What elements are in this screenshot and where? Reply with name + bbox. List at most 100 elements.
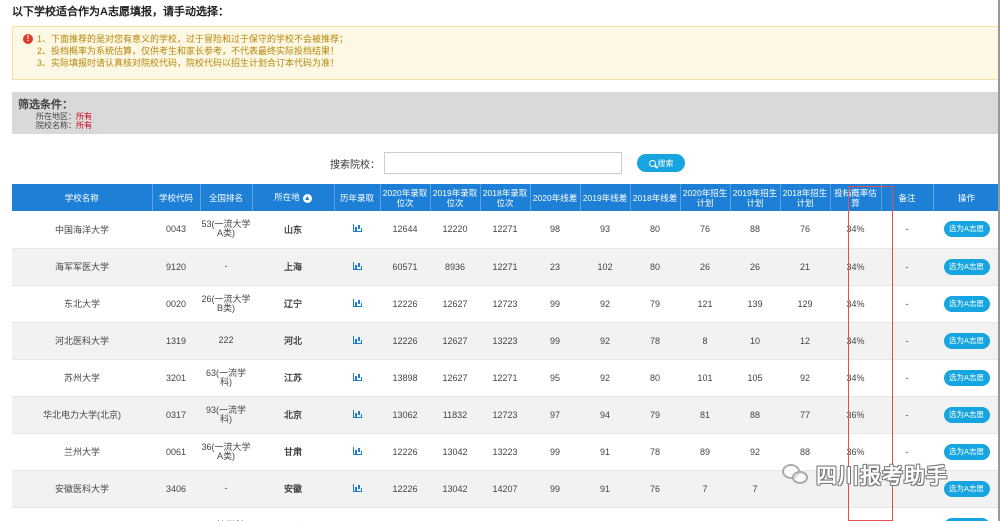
col-pos2018-header: 2018年录取位次 (480, 184, 531, 211)
col-prob-header: 投档概率估算 (830, 184, 882, 211)
table-row: 中国海洋大学 0043 53(一流大学A类) 山东 12644 12220 12271 98 9… (12, 211, 1000, 249)
bar-chart-icon[interactable] (352, 335, 362, 344)
cell-prob: 34% (830, 359, 881, 397)
cell-pos2018: 14207 (480, 470, 530, 508)
history-chart-cell (334, 248, 380, 286)
page-title: 以下学校适合作为A志愿填报，请手动选择： (12, 6, 229, 18)
cell-prob: 34% (830, 248, 881, 286)
cell-code: 0043 (152, 211, 200, 249)
cell-pos2019: 8936 (430, 248, 480, 286)
cell-code: 0317 (152, 396, 200, 434)
cell-name: 华北电力大学(北京) (12, 396, 152, 434)
cell-note: - (881, 211, 933, 249)
choose-a-button[interactable]: 选为A志愿 (943, 221, 990, 238)
col-history-header: 历年录取 (334, 184, 381, 211)
col-pos2020-header: 2020年录取位次 (380, 184, 431, 211)
filter-title: 筛选条件： (18, 99, 73, 111)
cell-pos2020: 12226 (380, 285, 430, 323)
cell-diff2020: 97 (530, 396, 580, 434)
bar-chart-icon[interactable] (352, 372, 362, 381)
bar-chart-icon[interactable] (352, 261, 362, 270)
cell-pos2019: 13042 (430, 433, 480, 471)
history-chart-cell (334, 211, 380, 249)
cell-note: - (881, 359, 933, 397)
choose-a-button[interactable]: 选为A志愿 (943, 406, 990, 423)
choose-a-button[interactable]: 选为A志愿 (943, 480, 990, 497)
watermark-text: 四川报考助手 (816, 464, 948, 488)
cell-plan2020: 21 (680, 507, 730, 521)
filter-school-label: 院校名称： (36, 121, 76, 130)
cell-name: 东北大学 (12, 285, 152, 323)
search-button[interactable]: 搜索 (637, 154, 685, 172)
cell-location: 甘肃 (252, 433, 334, 471)
bar-chart-icon[interactable] (352, 409, 362, 418)
col-location-header[interactable]: 所在地 ▲ (252, 184, 335, 211)
search-icon (648, 159, 656, 167)
cell-diff2020: 99 (530, 285, 580, 323)
cell-diff2019: 91 (580, 433, 630, 471)
cell-name: 安徽医科大学 (12, 470, 152, 508)
choose-a-button[interactable]: 选为A志愿 (943, 295, 990, 312)
cell-rank: 222 (200, 322, 252, 360)
filter-school: 院校名称：所有 (36, 121, 1000, 130)
cell-pos2018: 12271 (480, 211, 530, 249)
cell-pos2020: 12644 (380, 211, 430, 249)
bar-chart-icon[interactable] (352, 298, 362, 307)
col-plan2020-header: 2020年招生计划 (680, 184, 731, 211)
cell-plan2018: 76 (780, 211, 830, 249)
choose-a-button[interactable]: 选为A志愿 (943, 443, 990, 460)
cell-plan2018: 21 (780, 248, 830, 286)
cell-plan2019: 88 (730, 211, 780, 249)
cell-plan2019: 92 (730, 433, 780, 471)
col-note-header: 备注 (881, 184, 934, 211)
cell-diff2020: 99 (530, 322, 580, 360)
col-code-header: 学校代码 (152, 184, 201, 211)
cell-plan2018: 77 (780, 396, 830, 434)
cell-code: 0087 (152, 507, 200, 521)
bar-chart-icon[interactable] (352, 446, 362, 455)
action-cell: 选为A志愿 (933, 248, 1000, 286)
cell-plan2019: 20 (730, 507, 780, 521)
cell-rank: - (200, 248, 252, 286)
cell-code: 0020 (152, 285, 200, 323)
cell-plan2020: 121 (680, 285, 730, 323)
history-chart-cell (334, 470, 380, 508)
cell-location: 辽宁 (252, 285, 334, 323)
search-input[interactable] (384, 152, 622, 174)
bar-chart-icon[interactable] (352, 224, 362, 233)
filter-region-value[interactable]: 所有 (76, 112, 92, 121)
cell-diff2019: 93 (580, 211, 630, 249)
cell-diff2018: 79 (630, 396, 680, 434)
watermark: 四川报考助手 (782, 459, 948, 491)
search-label: 搜索院校： (330, 160, 380, 171)
cell-pos2019: 12220 (430, 211, 480, 249)
notice-line: 1、下面推荐的是对您有意义的学校，过于冒险和过于保守的学校不会被推荐； (37, 34, 349, 44)
cell-rank: 36(一流大学A类) (200, 433, 252, 471)
cell-code: 9120 (152, 248, 200, 286)
cell-plan2018: 12 (780, 322, 830, 360)
filter-region-label: 所在地区： (36, 112, 76, 121)
filter-school-value[interactable]: 所有 (76, 121, 92, 130)
cell-diff2020: 23 (530, 248, 580, 286)
choose-a-button[interactable]: 选为A志愿 (943, 332, 990, 349)
col-plan2018-header: 2018年招生计划 (780, 184, 831, 211)
cell-code: 1319 (152, 322, 200, 360)
cell-plan2018: 19 (780, 507, 830, 521)
sort-up-icon[interactable]: ▲ (302, 193, 312, 203)
col-diff2018-header: 2018年线差 (630, 184, 681, 211)
table-row: 华北电力大学(北京) 0317 93(一流学科) 北京 13062 11832 12723 9… (12, 396, 1000, 434)
history-chart-cell (334, 433, 380, 471)
choose-a-button[interactable]: 选为A志愿 (943, 369, 990, 386)
cell-pos2019: 13042 (430, 470, 480, 508)
cell-name: 兰州大学 (12, 433, 152, 471)
bar-chart-icon[interactable] (352, 483, 362, 492)
action-cell: 选为A志愿 (933, 507, 1000, 521)
cell-pos2018: 13223 (480, 433, 530, 471)
table-row: 海军军医大学 9120- 上海 60571 8936 12271 23 102 80 26 26 21… (12, 248, 1000, 286)
choose-a-button[interactable]: 选为A志愿 (943, 517, 990, 521)
cell-code: 0061 (152, 433, 200, 471)
cell-note: - (881, 285, 933, 323)
wechat-logo-icon (782, 464, 810, 486)
choose-a-button[interactable]: 选为A志愿 (943, 258, 990, 275)
cell-diff2018: 80 (630, 359, 680, 397)
